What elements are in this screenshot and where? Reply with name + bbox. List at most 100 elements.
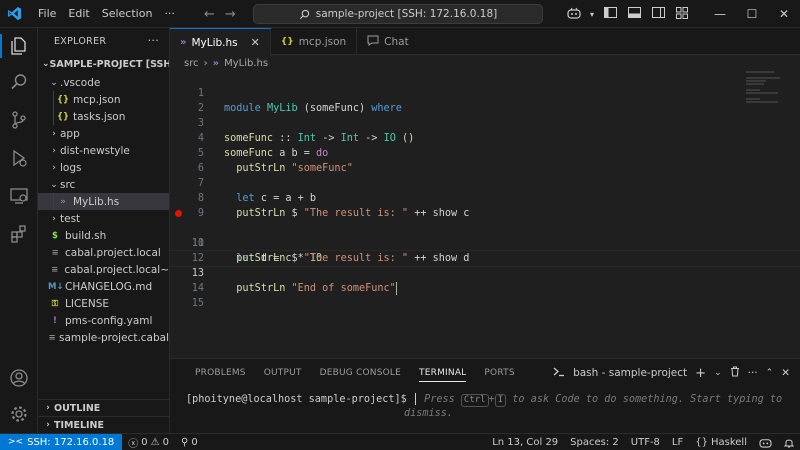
timeline-section[interactable]: › TIMELINE (38, 416, 169, 433)
search-text: sample-project [SSH: 172.16.0.18] (315, 8, 498, 20)
file-tree-item[interactable]: ⌄ src (38, 176, 169, 193)
tab-ports[interactable]: PORTS (475, 359, 523, 387)
menu-more[interactable]: ··· (158, 0, 181, 28)
menu-edit[interactable]: Edit (62, 0, 95, 28)
source-control-icon[interactable] (0, 104, 38, 136)
tab-debug-console[interactable]: DEBUG CONSOLE (311, 359, 410, 387)
remote-explorer-icon[interactable] (0, 180, 38, 212)
explorer-icon[interactable] (0, 30, 38, 62)
tab-output[interactable]: OUTPUT (255, 359, 311, 387)
file-tree-item[interactable]: $ build.sh (38, 227, 169, 244)
remote-indicator[interactable]: >< SSH: 172.16.0.18 (0, 433, 123, 450)
code-line: 4 someFunc a b = do (170, 116, 800, 159)
extensions-icon[interactable] (0, 218, 38, 250)
tab-mcp-json[interactable]: {} mcp.json (271, 28, 358, 55)
more-actions-icon[interactable]: ··· (148, 34, 159, 47)
tab-terminal[interactable]: TERMINAL (410, 359, 475, 387)
maximize-icon[interactable]: ☐ (736, 7, 768, 21)
search-view-icon[interactable] (0, 66, 38, 98)
close-window-icon[interactable]: ✕ (768, 7, 800, 21)
copilot-icon[interactable] (562, 7, 586, 22)
indentation[interactable]: Spaces: 2 (564, 437, 625, 448)
back-arrow-icon[interactable]: ← (204, 7, 215, 22)
outline-label: OUTLINE (54, 402, 101, 414)
close-tab-icon[interactable]: ✕ (251, 36, 260, 49)
file-tree-label: CHANGELOG.md (65, 280, 153, 293)
encoding[interactable]: UTF-8 (625, 437, 666, 448)
toggle-sidebar-icon[interactable] (598, 7, 622, 21)
file-tree-item[interactable]: {} mcp.json (38, 91, 169, 108)
hint-text: dismiss. (404, 408, 454, 419)
kill-terminal-icon[interactable] (730, 366, 740, 380)
minimize-icon[interactable]: — (704, 7, 736, 21)
explorer-header: EXPLORER ··· (38, 28, 169, 54)
breadcrumb: src › » MyLib.hs (170, 55, 800, 71)
manage-gear-icon[interactable] (0, 398, 38, 430)
more-actions-icon[interactable]: ··· (748, 367, 758, 379)
breadcrumb-folder[interactable]: src (184, 58, 199, 69)
line-number: 15 (191, 298, 204, 309)
menu-selection[interactable]: Selection (96, 0, 159, 28)
tab-chat[interactable]: Chat (357, 28, 419, 55)
chevron-right-icon: › (52, 128, 56, 139)
terminal-name[interactable]: bash - sample-project (573, 367, 687, 379)
file-tree-item[interactable]: ⚿ LICENSE (38, 295, 169, 312)
yaml-file-icon: ! (53, 315, 57, 326)
account-icon[interactable] (0, 362, 38, 394)
file-tree-item[interactable]: › test (38, 210, 169, 227)
file-tree-item[interactable]: ≡ sample-project.cabal (38, 329, 169, 346)
toggle-panel-icon[interactable] (622, 7, 646, 21)
activity-bar (0, 28, 38, 433)
file-tree-item[interactable]: ≡ cabal.project.local~ (38, 261, 169, 278)
cursor-position[interactable]: Ln 13, Col 29 (486, 437, 564, 448)
file-tree-item[interactable]: M↓ CHANGELOG.md (38, 278, 169, 295)
ports-icon: ⚲ (181, 436, 189, 448)
file-tree-item[interactable]: » MyLib.hs (38, 193, 169, 210)
problems-indicator[interactable]: ⓧ 0 ⚠ 0 (122, 435, 175, 450)
forward-arrow-icon[interactable]: → (225, 7, 236, 22)
end-of-line[interactable]: LF (666, 437, 689, 448)
code-line: 8 putStrLn $ "The result is: " ++ show c (170, 176, 800, 219)
run-debug-icon[interactable] (0, 142, 38, 174)
new-terminal-icon[interactable]: + (695, 366, 706, 381)
workspace-root[interactable]: ⌄ SAMPLE-PROJECT [SSH: 1... (38, 54, 169, 74)
notifications-bell-icon[interactable] (778, 437, 800, 448)
breadcrumb-file[interactable]: MyLib.hs (224, 58, 268, 69)
outline-section[interactable]: › OUTLINE (38, 399, 169, 416)
copilot-dropdown-icon[interactable]: ▾ (586, 10, 598, 19)
chat-icon (367, 35, 379, 49)
file-tree-item[interactable]: ! pms-config.yaml (38, 312, 169, 329)
language-mode[interactable]: {} Haskell (689, 437, 753, 448)
copilot-status-icon[interactable] (753, 437, 778, 448)
hint-text: Press (424, 394, 455, 405)
ports-indicator[interactable]: ⚲ 0 (175, 437, 204, 448)
code-line: 14 (170, 266, 800, 294)
code-line: 15 (170, 281, 800, 309)
menu-file[interactable]: File (32, 0, 62, 28)
file-tree-item[interactable]: ≡ cabal.project.local (38, 244, 169, 261)
file-tree-label: MyLib.hs (73, 195, 120, 208)
warning-icon: ⚠ (150, 436, 160, 448)
breakpoint-icon[interactable] (175, 210, 182, 217)
file-tree-item[interactable]: › logs (38, 159, 169, 176)
json-file-icon: {} (56, 111, 70, 122)
bottom-panel: PROBLEMS OUTPUT DEBUG CONSOLE TERMINAL P… (170, 358, 800, 433)
chevron-down-icon[interactable]: ⌄ (714, 368, 722, 378)
file-tree-item[interactable]: › app (38, 125, 169, 142)
file-tree-item[interactable]: › dist-newstyle (38, 142, 169, 159)
code-editor[interactable]: 1 module MyLib (someFunc) where 2 3 some… (169, 71, 800, 351)
tab-mylib-hs[interactable]: » MyLib.hs ✕ (170, 28, 271, 56)
text-file-icon: ≡ (51, 264, 59, 275)
close-panel-icon[interactable]: ✕ (781, 367, 790, 379)
file-tree-item[interactable]: {} tasks.json (38, 108, 169, 125)
terminal-output[interactable]: [phoityne@localhost sample-project]$ Pre… (186, 393, 786, 421)
command-center-search[interactable]: sample-project [SSH: 172.16.0.18] (253, 4, 543, 24)
status-bar-right: Ln 13, Col 29 Spaces: 2 UTF-8 LF {} Haske… (486, 434, 800, 450)
shell-file-icon: $ (52, 230, 58, 241)
tab-problems[interactable]: PROBLEMS (186, 359, 255, 387)
minimap[interactable] (746, 71, 786, 111)
file-tree-item[interactable]: ⌄ .vscode (38, 74, 169, 91)
customize-layout-icon[interactable] (670, 6, 694, 22)
toggle-secondary-sidebar-icon[interactable] (646, 7, 670, 21)
maximize-panel-icon[interactable]: ⌃ (766, 368, 774, 378)
